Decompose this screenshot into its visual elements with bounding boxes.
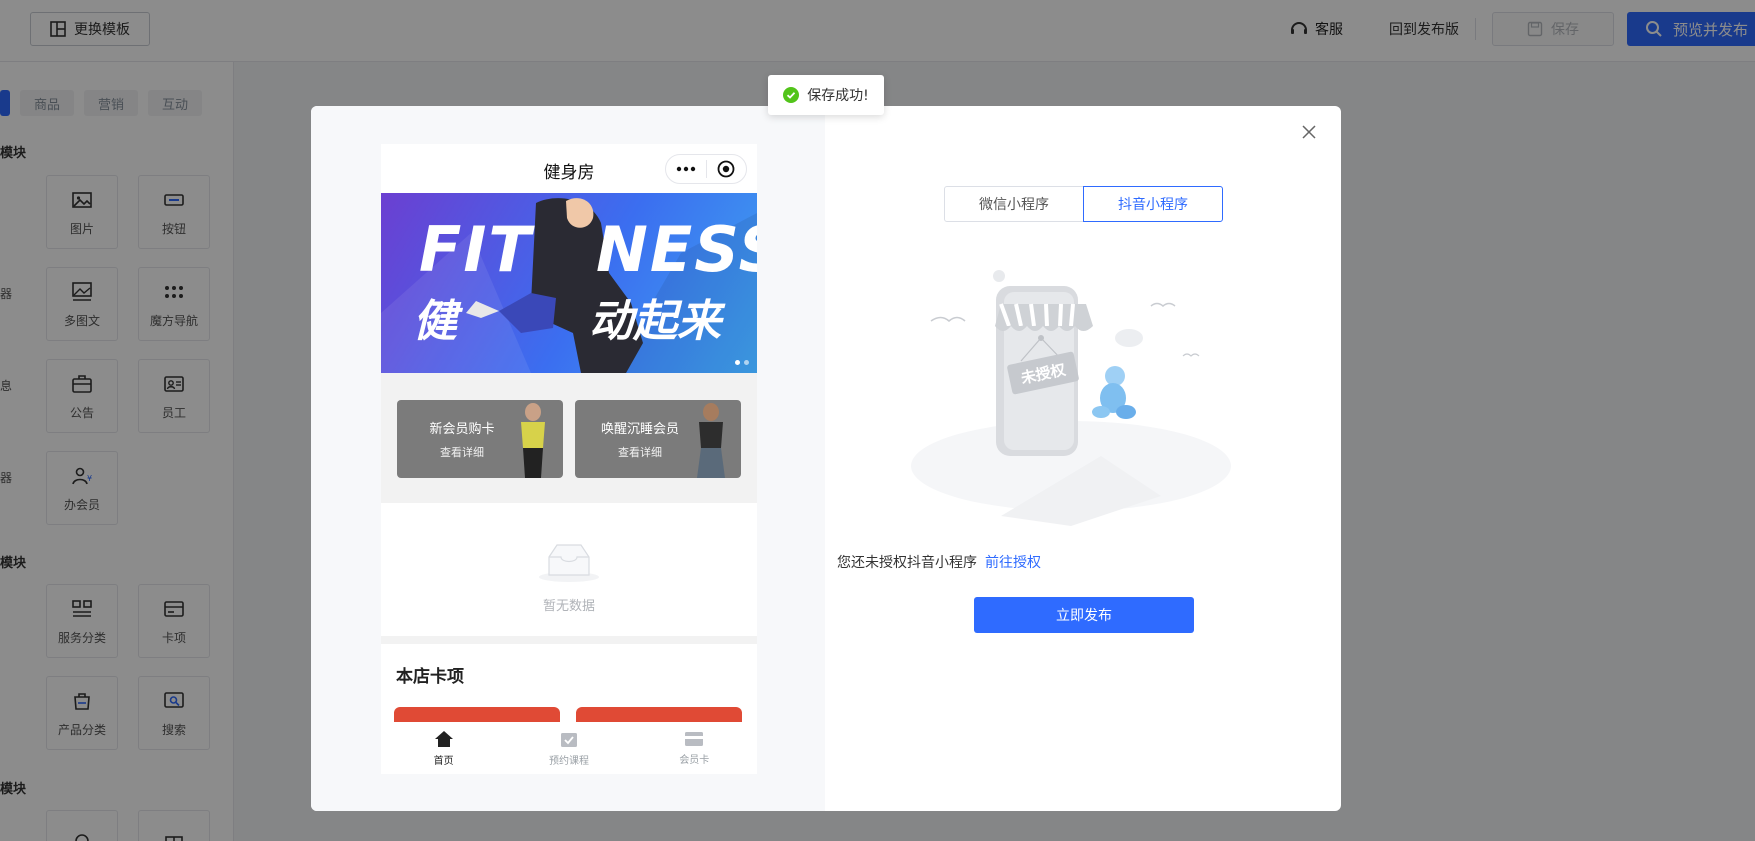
go-authorize-link[interactable]: 前往授权 bbox=[985, 555, 1041, 571]
success-toast: 保存成功! bbox=[768, 75, 884, 115]
phone-tabbar: 首页 预约课程 会员卡 bbox=[381, 722, 757, 774]
close-icon[interactable] bbox=[1301, 124, 1317, 140]
more-icon bbox=[666, 155, 706, 183]
publish-now-button[interactable]: 立即发布 bbox=[974, 597, 1194, 633]
banner-text-cn-right: 动起来 bbox=[589, 296, 721, 347]
promo-card-title: 唤醒沉睡会员 bbox=[600, 422, 679, 437]
section-gap bbox=[381, 636, 757, 644]
phone-preview: 健身房 FIT NES 健 动起来 新会员购卡 查看详细 唤醒沉睡会员 查看详细… bbox=[381, 144, 757, 774]
promo-card-title: 新会员购卡 bbox=[429, 422, 495, 437]
promo-card[interactable]: 唤醒沉睡会员 查看详细 bbox=[575, 400, 741, 478]
promo-card[interactable]: 新会员购卡 查看详细 bbox=[397, 400, 563, 478]
card-icon bbox=[685, 731, 704, 746]
unauthorized-text: 您还未授权抖音小程序 bbox=[837, 555, 977, 571]
tab-label: 预约课程 bbox=[548, 755, 589, 767]
close-target-icon bbox=[706, 155, 746, 183]
promo-card-link: 查看详细 bbox=[618, 446, 662, 459]
phone-header: 健身房 bbox=[381, 144, 757, 193]
segment-wechat-miniapp[interactable]: 微信小程序 bbox=[944, 186, 1084, 222]
tab-booking[interactable]: 预约课程 bbox=[506, 722, 631, 774]
tab-membership-card[interactable]: 会员卡 bbox=[632, 722, 757, 774]
banner-dot bbox=[744, 360, 749, 365]
banner-dot bbox=[735, 360, 740, 365]
card-figure-image bbox=[521, 403, 545, 478]
banner-pagination bbox=[735, 360, 749, 365]
card-figure-image bbox=[697, 403, 725, 478]
tab-label: 首页 bbox=[433, 755, 454, 767]
phone-preview-pane: 健身房 FIT NES 健 动起来 新会员购卡 查看详细 唤醒沉睡会员 查看详细… bbox=[311, 106, 825, 811]
promo-cards: 新会员购卡 查看详细 唤醒沉睡会员 查看详细 bbox=[381, 373, 757, 503]
check-circle-icon bbox=[783, 87, 800, 103]
platform-switch: 微信小程序 抖音小程序 bbox=[944, 186, 1223, 222]
home-icon bbox=[434, 730, 453, 747]
publish-modal: 健身房 FIT NES 健 动起来 新会员购卡 查看详细 唤醒沉睡会员 查看详细… bbox=[311, 106, 1341, 811]
empty-text: 暂无数据 bbox=[542, 599, 595, 614]
banner-text-en-left: FIT bbox=[419, 213, 533, 286]
unauthorized-illustration: 未授权 bbox=[911, 270, 1231, 526]
banner-image: FIT NESS 健 动起来 bbox=[381, 193, 757, 373]
tab-home[interactable]: 首页 bbox=[381, 722, 506, 774]
promo-card-link: 查看详细 bbox=[440, 446, 484, 459]
miniapp-capsule bbox=[665, 154, 747, 184]
calendar-check-icon bbox=[560, 732, 577, 747]
toast-text: 保存成功! bbox=[807, 88, 869, 104]
store-cards-heading: 本店卡项 bbox=[396, 667, 464, 687]
banner-text-cn-left: 健 bbox=[413, 296, 457, 347]
segment-douyin-miniapp[interactable]: 抖音小程序 bbox=[1083, 186, 1223, 222]
banner-text-en-right: NESS bbox=[596, 213, 757, 286]
unauthorized-message: 您还未授权抖音小程序 前往授权 bbox=[311, 552, 1341, 572]
tab-label: 会员卡 bbox=[679, 754, 710, 766]
